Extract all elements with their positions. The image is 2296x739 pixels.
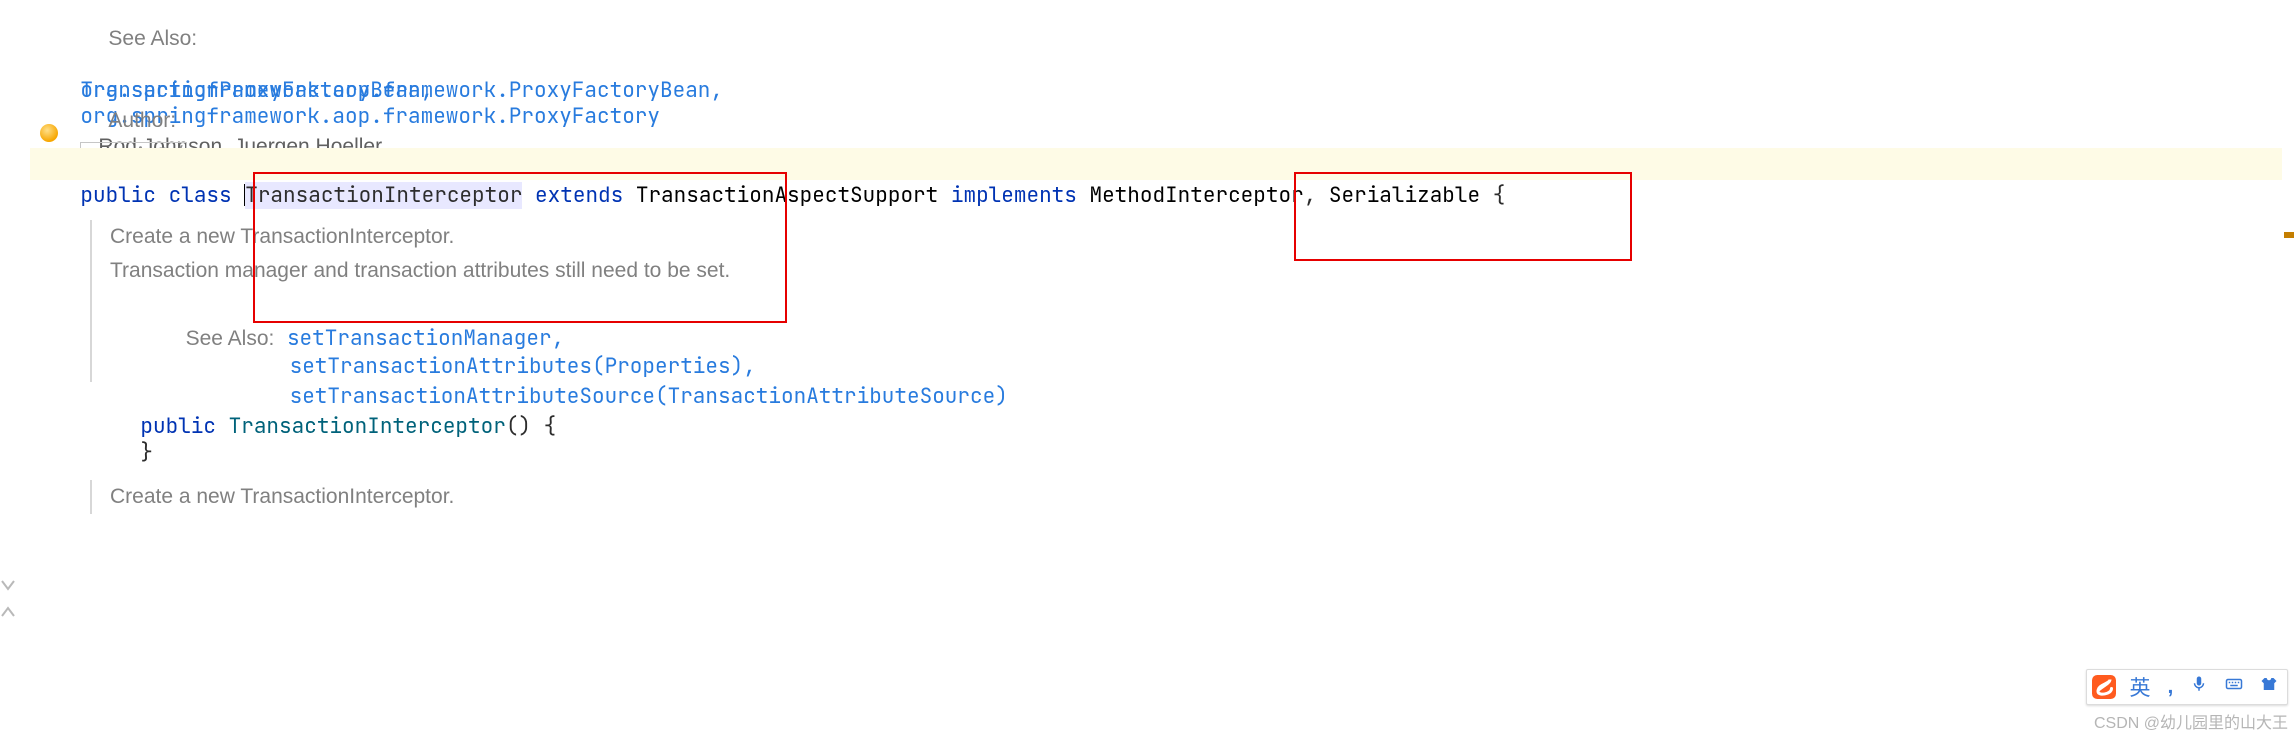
doc-block-2: Create a new TransactionInterceptor. — [90, 480, 2296, 514]
doc1-detail: Transaction manager and transaction attr… — [92, 254, 2296, 288]
fold-marker-close-icon[interactable] — [0, 604, 16, 620]
doc2-summary: Create a new TransactionInterceptor. — [92, 480, 2296, 514]
ime-punct-button[interactable]: , — [2168, 675, 2174, 699]
ime-skin-icon[interactable] — [2260, 675, 2278, 699]
ime-logo-icon[interactable] — [2087, 670, 2121, 704]
editor-content[interactable]: See Also: TransactionProxyFactoryBean, o… — [30, 0, 2296, 514]
warning-marker-icon[interactable] — [2284, 232, 2294, 238]
doc-block-1: Create a new TransactionInterceptor. Tra… — [90, 220, 2296, 382]
ime-lang-button[interactable]: 英 — [2130, 672, 2151, 702]
intention-bulb-icon[interactable] — [40, 124, 58, 142]
ime-keyboard-icon[interactable] — [2225, 675, 2243, 699]
editor-gutter — [0, 0, 28, 739]
ime-mic-icon[interactable] — [2190, 675, 2208, 699]
watermark: CSDN @幼儿园里的山大王 — [2094, 709, 2288, 733]
scrollbar-marker-strip[interactable] — [2282, 0, 2296, 739]
fold-marker-open-icon[interactable] — [0, 577, 16, 593]
ime-toolbar[interactable]: 英 , — [2086, 669, 2288, 705]
doc1-summary: Create a new TransactionInterceptor. — [92, 220, 2296, 254]
